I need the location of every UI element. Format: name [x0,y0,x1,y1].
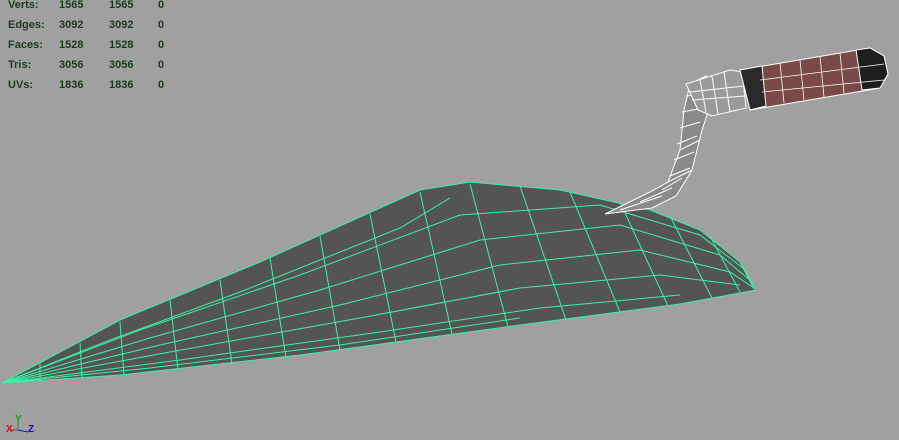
hud-value: 0 [158,79,165,91]
hud-value: 0 [158,39,165,51]
hud-value: 0 [158,0,165,11]
hud-value: 3056 [59,59,84,71]
3d-viewport[interactable]: Verts: 1565 1565 0 Edges: 3092 3092 0 Fa… [0,0,899,440]
handle-grip[interactable] [739,47,889,111]
hud-value: 1836 [109,79,134,91]
hud-label: Tris: [8,59,32,71]
axis-z-label: Z [28,424,35,435]
hud-value: 3092 [109,19,134,31]
hud-value: 1528 [59,39,84,51]
hud-label: Edges: [8,19,45,31]
hud-value: 3056 [109,59,134,71]
hud-label: UVs: [8,79,34,91]
hud-value: 1836 [59,79,84,91]
hud-label: Faces: [8,39,43,51]
hud-value: 0 [158,59,165,71]
hud-value: 3092 [59,19,84,31]
hud-value: 1565 [109,0,134,11]
blade-surface[interactable] [2,182,756,383]
axis-gizmo-icon: X Y Z [6,414,40,438]
axis-x-label: X [6,424,13,435]
hud-value: 1565 [59,0,84,11]
hud-value: 0 [158,19,165,31]
hud-value: 1528 [109,39,134,51]
hud-label: Verts: [8,0,39,11]
axis-y-label: Y [15,414,22,425]
poly-count-hud: Verts: 1565 1565 0 Edges: 3092 3092 0 Fa… [0,0,200,100]
